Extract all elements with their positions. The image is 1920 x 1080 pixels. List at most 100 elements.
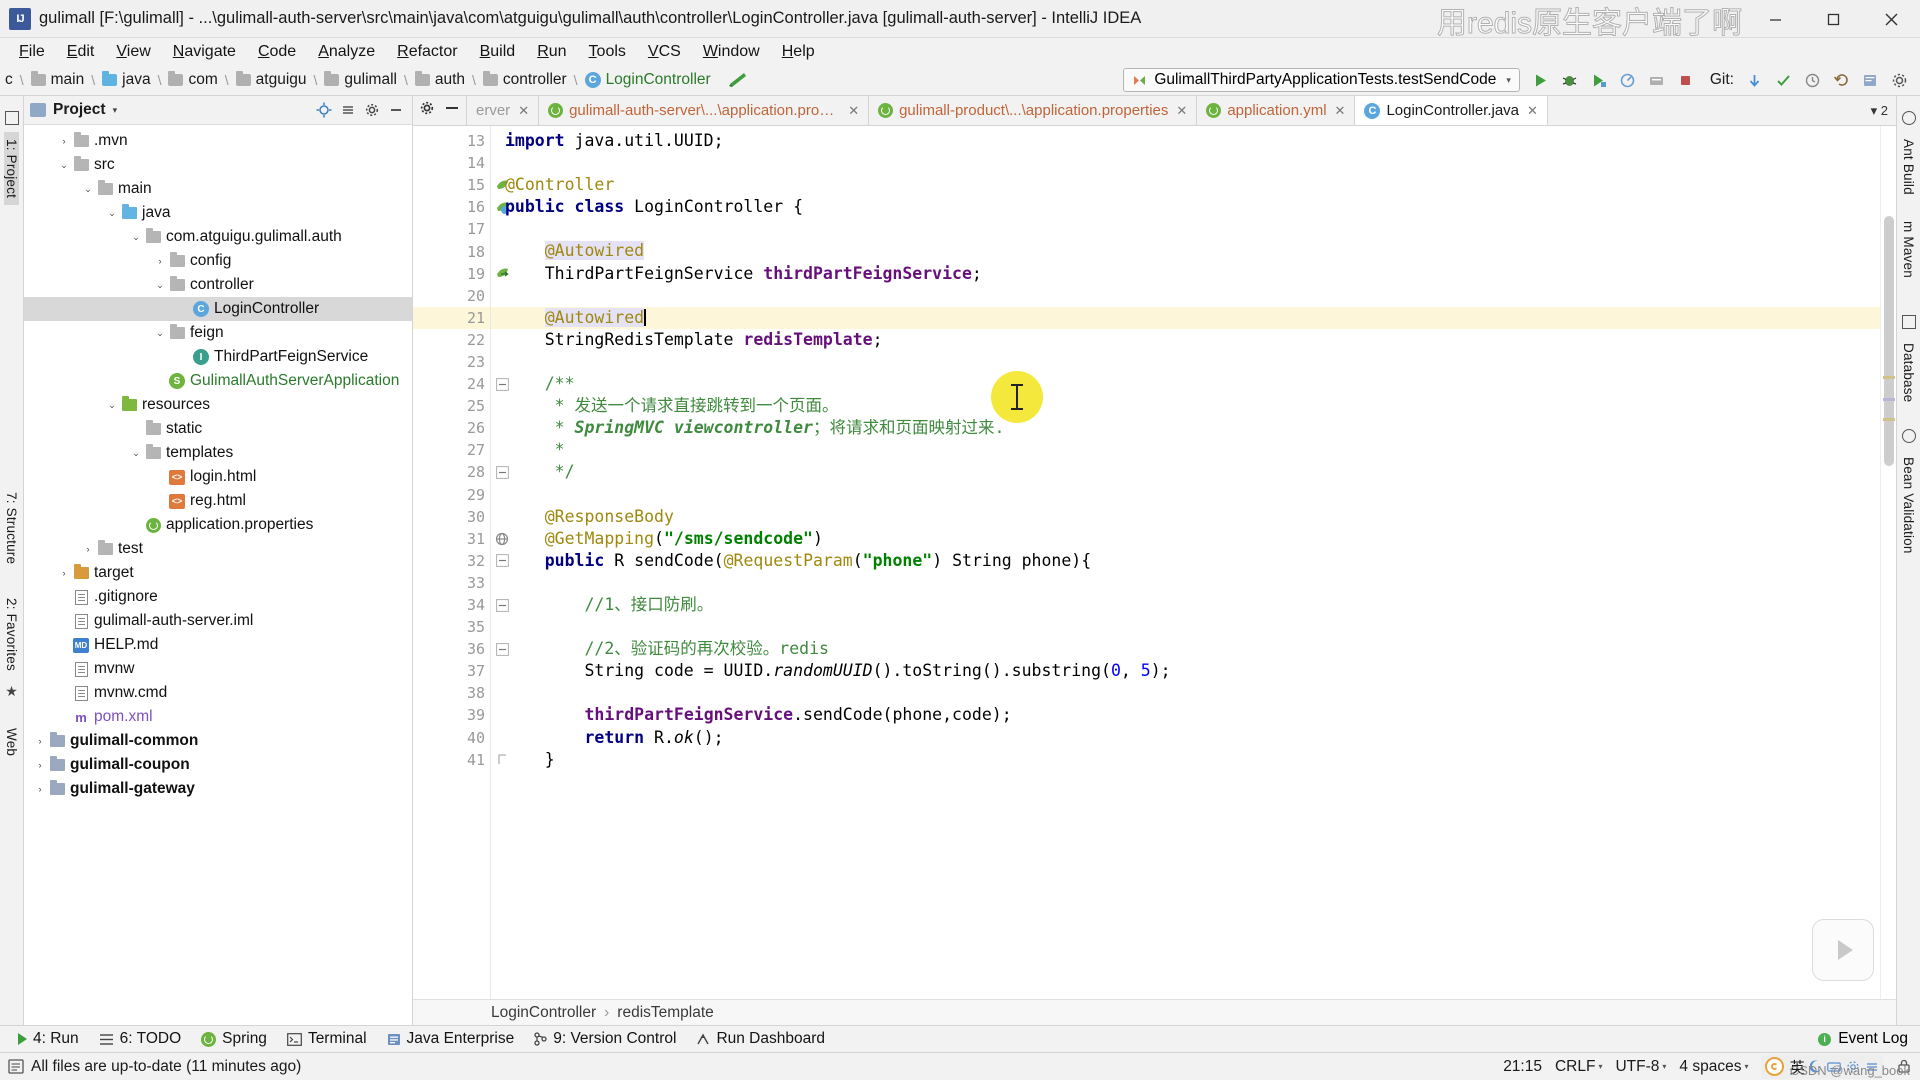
caret-position[interactable]: 21:15 xyxy=(1503,1058,1542,1076)
event-log-button[interactable]: i Event Log xyxy=(1818,1030,1920,1048)
line-number[interactable]: 35 xyxy=(413,616,490,638)
sidebar-item-web[interactable]: Web xyxy=(4,721,19,763)
expand-arrow-icon[interactable]: › xyxy=(32,760,48,770)
code-line[interactable] xyxy=(505,682,1880,704)
search-everywhere-icon[interactable] xyxy=(1857,68,1884,93)
tree-node-application-properties[interactable]: application.properties xyxy=(24,513,412,537)
line-number[interactable]: 20 xyxy=(413,285,490,307)
sidebar-item-project[interactable]: 1: Project xyxy=(4,132,19,206)
code-line[interactable] xyxy=(505,218,1880,240)
run-configuration-selector[interactable]: GulimallThirdPartyApplicationTests.testS… xyxy=(1123,68,1520,92)
line-number[interactable]: 39 xyxy=(413,704,490,726)
line-number[interactable]: 19 xyxy=(413,263,509,285)
collapse-all-icon[interactable] xyxy=(338,100,358,120)
line-number[interactable]: 29 xyxy=(413,484,490,506)
tree-node-gulimall-gateway[interactable]: › gulimall-gateway xyxy=(24,777,412,801)
run-with-coverage-button[interactable] xyxy=(1585,68,1612,93)
tree-node-mvnw[interactable]: mvnw xyxy=(24,657,412,681)
expand-arrow-icon[interactable]: › xyxy=(56,136,72,146)
editor-tab-erver[interactable]: erver ✕ xyxy=(467,96,540,125)
source-code[interactable]: import java.util.UUID; @Controller public… xyxy=(491,126,1880,999)
tool-window-terminal[interactable]: Terminal xyxy=(277,1028,377,1050)
breadcrumb-item-c[interactable]: c xyxy=(2,69,16,91)
code-line[interactable]: * 发送一个请求直接跳转到一个页面。 xyxy=(505,395,1880,417)
tree-node-gulimallauthserverapplication[interactable]: S GulimallAuthServerApplication xyxy=(24,369,412,393)
tool-window-run-dashboard[interactable]: Run Dashboard xyxy=(686,1028,835,1050)
sidebar-item-bean-validation[interactable]: Bean Validation xyxy=(1901,450,1916,561)
line-number[interactable]: 37 xyxy=(413,660,490,682)
tree-node-src[interactable]: ⌄ src xyxy=(24,153,412,177)
code-line[interactable] xyxy=(505,572,1880,594)
menu-item-refactor[interactable]: Refactor xyxy=(386,40,468,64)
menu-item-analyze[interactable]: Analyze xyxy=(307,40,386,64)
line-number[interactable]: 13 xyxy=(413,130,490,152)
settings-icon[interactable] xyxy=(1886,68,1913,93)
line-number[interactable]: 31 xyxy=(413,528,509,550)
make-project-icon[interactable] xyxy=(726,70,752,90)
code-line[interactable]: //2、验证码的再次校验。redis xyxy=(505,638,1880,660)
line-number[interactable]: 30 xyxy=(413,506,490,528)
line-number[interactable]: 38 xyxy=(413,682,490,704)
hide-icon[interactable] xyxy=(444,100,460,121)
breadcrumb-item-controller[interactable]: controller xyxy=(480,69,570,91)
line-number[interactable]: 27 xyxy=(413,439,490,461)
code-line[interactable] xyxy=(505,152,1880,174)
hide-icon[interactable] xyxy=(386,100,406,120)
line-number[interactable]: 23 xyxy=(413,351,490,373)
close-tab-icon[interactable]: ✕ xyxy=(1335,103,1346,119)
rollback-icon[interactable] xyxy=(1828,68,1855,93)
project-collapse-icon[interactable] xyxy=(4,111,19,125)
scrollbar-thumb[interactable] xyxy=(1884,216,1894,466)
expand-arrow-icon[interactable]: ⌄ xyxy=(56,160,72,171)
tree-node-gulimall-common[interactable]: › gulimall-common xyxy=(24,729,412,753)
expand-arrow-icon[interactable]: › xyxy=(32,784,48,794)
code-line[interactable]: @ResponseBody xyxy=(505,506,1880,528)
tree-node-java[interactable]: ⌄ java xyxy=(24,201,412,225)
editor-tab-gulimall-auth-server-application-properties[interactable]: gulimall-auth-server\...\application.pro… xyxy=(539,96,870,125)
maximize-button[interactable] xyxy=(1804,0,1862,38)
tool-window-run[interactable]: 4: Run xyxy=(8,1028,89,1050)
expand-arrow-icon[interactable]: ⌄ xyxy=(104,208,120,219)
line-number[interactable]: 25 xyxy=(413,395,490,417)
sidebar-item-ant-build[interactable]: Ant Build xyxy=(1901,132,1916,202)
code-line[interactable]: public class LoginController { xyxy=(505,196,1880,218)
expand-arrow-icon[interactable]: › xyxy=(32,736,48,746)
code-line[interactable]: } xyxy=(505,749,1880,771)
tree-node-reg-html[interactable]: <> reg.html xyxy=(24,489,412,513)
tree-node-resources[interactable]: ⌄ resources xyxy=(24,393,412,417)
line-separator[interactable]: CRLF ▾ xyxy=(1555,1058,1603,1076)
expand-arrow-icon[interactable]: ⌄ xyxy=(80,184,96,195)
floating-run-widget[interactable] xyxy=(1812,919,1874,981)
tree-node-help-md[interactable]: MD HELP.md xyxy=(24,633,412,657)
tree-node-main[interactable]: ⌄ main xyxy=(24,177,412,201)
tree-node-config[interactable]: › config xyxy=(24,249,412,273)
editor-tab-logincontroller-java[interactable]: C LoginController.java ✕ xyxy=(1355,96,1548,125)
run-button[interactable] xyxy=(1527,68,1554,93)
code-line[interactable]: public R sendCode(@RequestParam("phone")… xyxy=(505,550,1880,572)
menu-item-vcs[interactable]: VCS xyxy=(637,40,692,64)
tool-window-version-control[interactable]: 9: Version Control xyxy=(524,1028,686,1050)
tool-window-todo[interactable]: 6: TODO xyxy=(89,1028,191,1050)
code-line[interactable]: @Autowired xyxy=(491,306,1880,329)
code-line[interactable]: */ xyxy=(505,461,1880,483)
breadcrumb-item-auth[interactable]: auth xyxy=(412,69,468,91)
menu-item-view[interactable]: View xyxy=(105,40,161,64)
profile-button[interactable] xyxy=(1614,68,1641,93)
code-line[interactable]: @GetMapping("/sms/sendcode") xyxy=(505,528,1880,550)
tree-node--gitignore[interactable]: .gitignore xyxy=(24,585,412,609)
close-tab-icon[interactable]: ✕ xyxy=(518,103,529,119)
expand-arrow-icon[interactable]: ⌄ xyxy=(152,280,168,291)
sidebar-item-maven[interactable]: m Maven xyxy=(1901,214,1916,285)
sidebar-item-database[interactable]: Database xyxy=(1901,336,1916,409)
menu-item-tools[interactable]: Tools xyxy=(578,40,637,64)
code-line[interactable] xyxy=(505,616,1880,638)
code-line[interactable]: @Autowired xyxy=(505,240,1880,262)
stop-button[interactable] xyxy=(1672,68,1699,93)
tab-overflow-button[interactable]: ▾ 2 xyxy=(1863,96,1896,125)
tree-node-thirdpartfeignservice[interactable]: I ThirdPartFeignService xyxy=(24,345,412,369)
expand-arrow-icon[interactable]: › xyxy=(56,568,72,578)
line-number[interactable]: 36 xyxy=(413,638,509,660)
line-number[interactable]: 22 xyxy=(413,329,490,351)
tree-node-logincontroller[interactable]: C LoginController xyxy=(24,297,412,321)
sidebar-item-favorites[interactable]: 2: Favorites xyxy=(4,591,19,678)
